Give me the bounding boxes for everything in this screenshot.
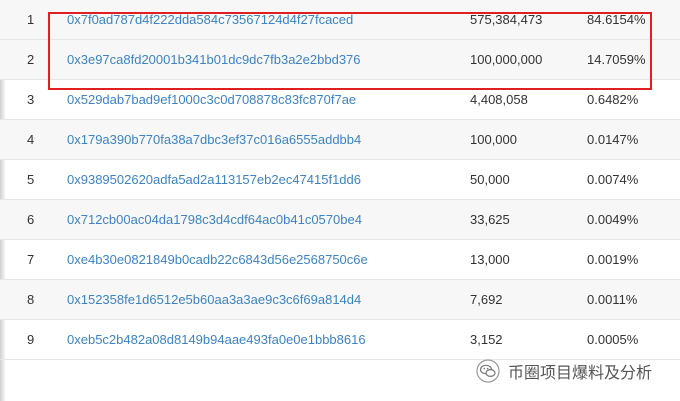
address-link[interactable]: 0x7f0ad787d4f222dda584c73567124d4f27fcac… xyxy=(67,0,353,40)
watermark: 币圈项目爆料及分析 xyxy=(476,356,652,386)
address-link[interactable]: 0x179a390b770fa38a7dbc3ef37c016a6555addb… xyxy=(67,120,361,160)
rank-cell: 1 xyxy=(27,12,35,27)
address-link[interactable]: 0x9389502620adfa5ad2a113157eb2ec47415f1d… xyxy=(67,160,361,200)
address-link[interactable]: 0x712cb00ac04da1798c3d4cdf64ac0b41c0570b… xyxy=(67,200,362,240)
quantity-cell: 4,408,058 xyxy=(470,92,528,107)
rank-cell: 2 xyxy=(27,52,35,67)
quantity-cell: 100,000 xyxy=(470,132,517,147)
quantity-cell: 13,000 xyxy=(470,252,510,267)
table-row: 6 0x712cb00ac04da1798c3d4cdf64ac0b41c057… xyxy=(0,200,680,240)
address-link[interactable]: 0x529dab7bad9ef1000c3c0d708878c83fc870f7… xyxy=(67,80,356,120)
watermark-text: 币圈项目爆料及分析 xyxy=(508,365,653,382)
rank-cell: 3 xyxy=(27,92,35,107)
rank-cell: 5 xyxy=(27,172,35,187)
table-row: 3 0x529dab7bad9ef1000c3c0d708878c83fc870… xyxy=(0,80,680,120)
quantity-cell: 7,692 xyxy=(470,292,503,307)
quantity-cell: 50,000 xyxy=(470,172,510,187)
table-row: 9 0xeb5c2b482a08d8149b94aae493fa0e0e1bbb… xyxy=(0,320,680,360)
percentage-cell: 0.0049% xyxy=(587,212,639,227)
table-row: 8 0x152358fe1d6512e5b60aa3a3ae9c3c6f69a8… xyxy=(0,280,680,320)
rank-cell: 8 xyxy=(27,292,35,307)
table-row: 1 0x7f0ad787d4f222dda584c73567124d4f27fc… xyxy=(0,0,680,40)
address-link[interactable]: 0x3e97ca8fd20001b341b01dc9dc7fb3a2e2bbd3… xyxy=(67,40,361,80)
percentage-cell: 0.0011% xyxy=(587,292,638,307)
percentage-cell: 0.0005% xyxy=(587,332,639,347)
table-row: 2 0x3e97ca8fd20001b341b01dc9dc7fb3a2e2bb… xyxy=(0,40,680,80)
percentage-cell: 0.6482% xyxy=(587,92,639,107)
address-link[interactable]: 0xe4b30e0821849b0cadb22c6843d56e2568750c… xyxy=(67,240,368,280)
percentage-cell: 84.6154% xyxy=(587,12,646,27)
rank-cell: 6 xyxy=(27,212,35,227)
rank-cell: 4 xyxy=(27,132,35,147)
holders-table: 1 0x7f0ad787d4f222dda584c73567124d4f27fc… xyxy=(0,0,680,360)
address-link[interactable]: 0xeb5c2b482a08d8149b94aae493fa0e0e1bbb86… xyxy=(67,320,366,360)
quantity-cell: 100,000,000 xyxy=(470,52,543,67)
quantity-cell: 3,152 xyxy=(470,332,503,347)
rank-cell: 9 xyxy=(27,332,35,347)
percentage-cell: 0.0074% xyxy=(587,172,639,187)
table-row: 4 0x179a390b770fa38a7dbc3ef37c016a6555ad… xyxy=(0,120,680,160)
quantity-cell: 33,625 xyxy=(470,212,510,227)
table-row: 5 0x9389502620adfa5ad2a113157eb2ec47415f… xyxy=(0,160,680,200)
quantity-cell: 575,384,473 xyxy=(470,12,543,27)
percentage-cell: 0.0019% xyxy=(587,252,639,267)
address-link[interactable]: 0x152358fe1d6512e5b60aa3a3ae9c3c6f69a814… xyxy=(67,280,361,320)
wechat-icon xyxy=(476,359,500,383)
percentage-cell: 14.7059% xyxy=(587,52,646,67)
table-row: 7 0xe4b30e0821849b0cadb22c6843d56e256875… xyxy=(0,240,680,280)
rank-cell: 7 xyxy=(27,252,35,267)
percentage-cell: 0.0147% xyxy=(587,132,639,147)
